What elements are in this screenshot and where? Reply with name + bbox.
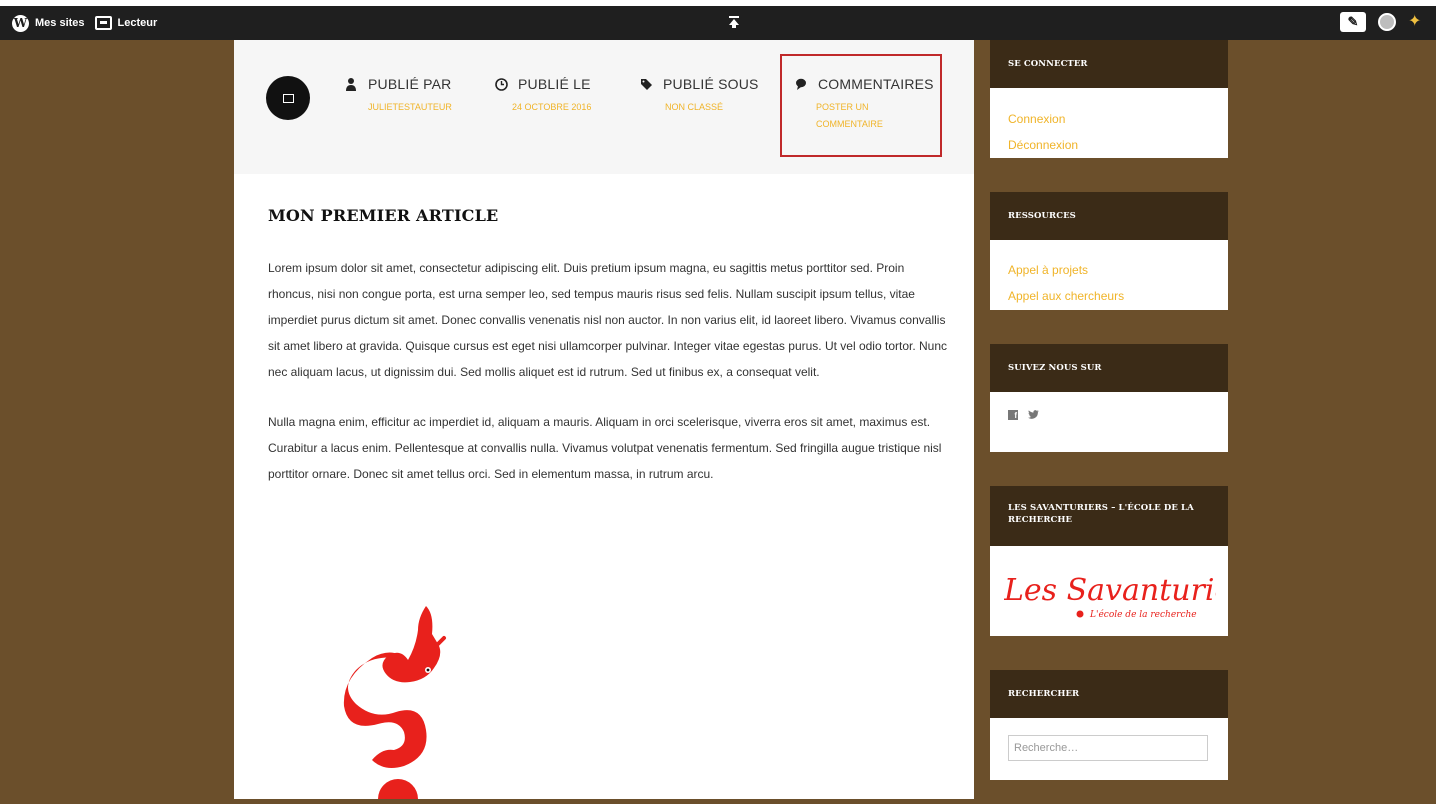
widget-follow-title: SUIVEZ NOUS SUR [990, 344, 1228, 392]
meta-date: PUBLIÉ LE 24 OCTOBRE 2016 [494, 76, 591, 116]
meta-date-value[interactable]: 24 OCTOBRE 2016 [494, 99, 591, 116]
widget-follow-body: f [990, 392, 1228, 423]
reader-link[interactable]: Lecteur [94, 16, 158, 30]
reader-icon [94, 16, 112, 30]
twitter-icon[interactable] [1028, 410, 1039, 423]
post-format-icon [266, 76, 310, 120]
widget-savanturiers-title: LES SAVANTURIERS – L'ÉCOLE DE LA RECHERC… [990, 486, 1228, 546]
resource-link-projects[interactable]: Appel à projets [1008, 257, 1210, 283]
widget-search-title: RECHERCHER [990, 670, 1228, 718]
savanturiers-logo-text: Les Savanturiers [1004, 573, 1216, 608]
resource-link-researchers[interactable]: Appel aux chercheurs [1008, 283, 1210, 309]
clock-icon [494, 77, 508, 91]
meta-category-label: PUBLIÉ SOUS [663, 76, 759, 92]
savanturiers-logo[interactable]: Les Savanturiers L'école de la recherche [990, 546, 1262, 627]
widget-resources-body: Appel à projets Appel aux chercheurs [990, 240, 1228, 309]
facebook-icon[interactable]: f [1008, 410, 1018, 420]
widget-follow: SUIVEZ NOUS SUR f [990, 344, 1228, 452]
social-icons: f [1008, 404, 1210, 423]
wordpress-icon: W [12, 14, 29, 32]
notifications-icon[interactable]: ✦ [1408, 13, 1426, 31]
main-content: PUBLIÉ PAR JULIETESTAUTEUR PUBLIÉ LE 24 … [234, 40, 974, 804]
widget-resources: RESSOURCES Appel à projets Appel aux che… [990, 192, 1228, 310]
widget-login: SE CONNECTER Connexion Déconnexion [990, 40, 1228, 158]
edit-icon[interactable]: ✎ [1340, 12, 1366, 32]
widget-search: RECHERCHER [990, 670, 1228, 780]
widget-resources-title: RESSOURCES [990, 192, 1228, 240]
admin-bar: W Mes sites Lecteur ✎ ✦ [0, 0, 1436, 40]
my-sites-link[interactable]: W Mes sites [12, 14, 85, 32]
admin-bar-left: W Mes sites Lecteur [12, 6, 157, 40]
meta-category-value[interactable]: NON CLASSÉ [639, 99, 759, 116]
meta-author-value[interactable]: JULIETESTAUTEUR [344, 99, 452, 116]
tag-icon [639, 77, 653, 91]
comments-highlight-box [780, 54, 942, 157]
savanturiers-logo-tagline: L'école de la recherche [1089, 609, 1197, 620]
savanturiers-mascot-image [334, 600, 454, 804]
article-paragraph-2: Nulla magna enim, efficitur ac imperdiet… [268, 415, 942, 481]
avatar-icon[interactable] [1378, 13, 1396, 31]
article-paragraph-1: Lorem ipsum dolor sit amet, consectetur … [268, 261, 948, 379]
user-icon [344, 77, 358, 91]
logout-link[interactable]: Déconnexion [1008, 132, 1210, 158]
post-meta-bar: PUBLIÉ PAR JULIETESTAUTEUR PUBLIÉ LE 24 … [234, 40, 974, 174]
admin-bar-right: ✎ ✦ [1340, 12, 1426, 32]
widget-savanturiers: LES SAVANTURIERS – L'ÉCOLE DE LA RECHERC… [990, 486, 1262, 636]
meta-category: PUBLIÉ SOUS NON CLASSÉ [639, 76, 759, 116]
search-input[interactable] [1008, 735, 1208, 761]
widget-search-body [990, 718, 1228, 761]
my-sites-label: Mes sites [35, 17, 85, 29]
reader-label: Lecteur [117, 17, 158, 29]
article: MON PREMIER ARTICLE Lorem ipsum dolor si… [268, 206, 948, 511]
article-title: MON PREMIER ARTICLE [268, 206, 499, 225]
meta-author: PUBLIÉ PAR JULIETESTAUTEUR [344, 76, 452, 116]
widget-login-body: Connexion Déconnexion [990, 88, 1228, 158]
widget-login-title: SE CONNECTER [990, 40, 1228, 88]
login-link[interactable]: Connexion [1008, 106, 1210, 132]
pin-up-icon[interactable] [728, 15, 740, 28]
meta-date-label: PUBLIÉ LE [518, 76, 591, 92]
meta-author-label: PUBLIÉ PAR [368, 76, 452, 92]
